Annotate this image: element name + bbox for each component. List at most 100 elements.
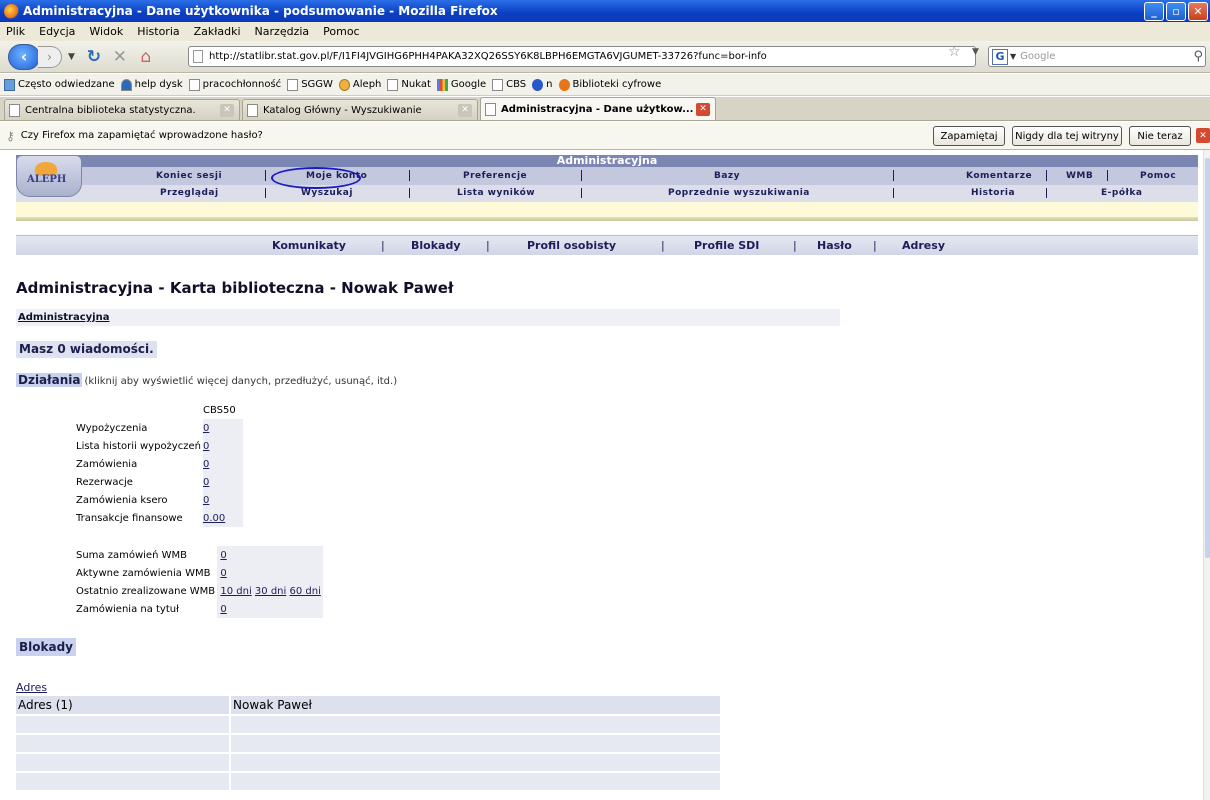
reload-icon[interactable]: ↻ [81, 47, 107, 67]
globe-icon [532, 78, 544, 91]
wypozyczenia-link[interactable]: 0 [203, 423, 209, 434]
wmb-10-dni-link[interactable]: 10 dni [220, 586, 251, 597]
bookmark-help-dysk[interactable]: help dysk [120, 78, 183, 91]
drive-icon [120, 78, 132, 91]
menu-e-polka[interactable]: E-półka [1101, 185, 1142, 202]
history-dropdown-icon[interactable]: ▼ [68, 52, 75, 62]
bookmark-cbs[interactable]: CBS [492, 78, 526, 91]
adres-link-wrap: Adres [16, 681, 47, 694]
adres-link[interactable]: Adres [16, 681, 47, 694]
google-icon[interactable]: G [992, 48, 1008, 65]
menu-poprzednie-wyszukiwania[interactable]: Poprzednie wyszukiwania [668, 185, 810, 202]
subnav-profile-sdi[interactable]: Profile SDI [694, 239, 759, 252]
search-placeholder: Google [1020, 51, 1056, 62]
zamowienia-link[interactable]: 0 [203, 459, 209, 470]
menu-edycja[interactable]: Edycja [39, 25, 75, 38]
table-row: Rezerwacje 0 [60, 473, 243, 491]
forward-button[interactable]: › [38, 45, 62, 68]
wmb-30-dni-link[interactable]: 30 dni [255, 586, 286, 597]
menu-komentarze[interactable]: Komentarze [966, 167, 1032, 185]
maximize-button[interactable]: ▫ [1166, 2, 1186, 21]
menu-plik[interactable]: Plik [6, 25, 25, 38]
bookmark-pracochlonnosc[interactable]: pracochłonność [188, 78, 281, 91]
zamowienia-tytul-link[interactable]: 0 [220, 604, 226, 615]
blokady-heading: Blokady [16, 638, 76, 656]
menu-historia[interactable]: Historia [137, 25, 179, 38]
menu-koniec-sesji[interactable]: Koniec sesji [156, 167, 222, 185]
window-titlebar: Administracyjna - Dane użytkownika - pod… [0, 0, 1210, 22]
table-row [16, 734, 720, 754]
suma-wmb-link[interactable]: 0 [220, 550, 226, 561]
aktywne-wmb-link[interactable]: 0 [220, 568, 226, 579]
page-icon [485, 102, 496, 116]
remember-button[interactable]: Zapamiętaj [933, 126, 1005, 146]
url-dropdown-icon[interactable]: ▼ [972, 47, 979, 57]
ksero-link[interactable]: 0 [203, 495, 209, 506]
subnav-profil-osobisty[interactable]: Profil osobisty [527, 239, 616, 252]
bookmark-aleph[interactable]: Aleph [338, 78, 381, 91]
navigation-toolbar: ‹ › ▼ ↻ ✕ ⌂ http://statlibr.stat.gov.pl/… [0, 41, 1210, 73]
close-tab-icon[interactable]: ✕ [220, 103, 234, 117]
subnav-adresy[interactable]: Adresy [902, 239, 945, 252]
rezerwacje-link[interactable]: 0 [203, 477, 209, 488]
menu-zakladki[interactable]: Zakładki [194, 25, 241, 38]
bookmark-n[interactable]: n [532, 78, 553, 91]
table-row: Zamówienia 0 [60, 455, 243, 473]
aleph-menu-row-1: Koniec sesji Moje konto Preferencje Bazy… [16, 167, 1198, 185]
url-bar[interactable]: http://statlibr.stat.gov.pl/F/I1FI4JVGIH… [188, 46, 976, 67]
bookmark-nukat[interactable]: Nukat [387, 78, 431, 91]
back-button[interactable]: ‹ [8, 43, 40, 70]
close-tab-icon[interactable]: ✕ [696, 102, 710, 116]
close-notification-icon[interactable]: ✕ [1196, 128, 1210, 143]
menu-przegladaj[interactable]: Przeglądaj [160, 185, 219, 202]
menu-historia-aleph[interactable]: Historia [971, 185, 1015, 202]
close-tab-icon[interactable]: ✕ [458, 103, 472, 117]
bookmark-star-icon[interactable]: ☆ [948, 44, 961, 60]
home-icon[interactable]: ⌂ [133, 47, 159, 67]
bookmark-czesto[interactable]: Często odwiedzane [4, 78, 115, 91]
tab-katalog[interactable]: Katalog Główny - Wyszukiwanie ✕ [242, 99, 478, 120]
aleph-menu-row-2: Przeglądaj Wyszukaj Lista wyników Poprze… [16, 185, 1198, 202]
aleph-icon [338, 78, 350, 91]
account-subnav: Komunikaty | Blokady | Profil osobisty |… [16, 235, 1198, 255]
menu-wmb[interactable]: WMB [1066, 167, 1093, 185]
actions-heading: Działania (kliknij aby wyświetlić więcej … [16, 373, 398, 387]
historia-link[interactable]: 0 [203, 441, 209, 452]
menu-preferencje[interactable]: Preferencje [463, 167, 527, 185]
menu-pomoc[interactable]: Pomoc [323, 25, 359, 38]
search-box[interactable]: G ▼ Google ⚲ [988, 46, 1206, 67]
menu-pomoc-aleph[interactable]: Pomoc [1140, 167, 1176, 185]
tab-administracyjna[interactable]: Administracyjna - Dane użytkow... ✕ [480, 97, 716, 120]
subnav-komunikaty[interactable]: Komunikaty [272, 239, 346, 252]
scrollbar-thumb[interactable] [1205, 158, 1210, 558]
subnav-haslo[interactable]: Hasło [817, 239, 852, 252]
never-button[interactable]: Nigdy dla tej witryny [1012, 126, 1122, 146]
page-icon [492, 78, 504, 91]
firefox-icon [4, 3, 19, 19]
menu-narzedzia[interactable]: Narzędzia [255, 25, 310, 38]
search-engine-dropdown-icon[interactable]: ▼ [1010, 52, 1016, 61]
search-icon[interactable]: ⚲ [1193, 49, 1203, 64]
vertical-scrollbar[interactable] [1203, 150, 1210, 800]
minimize-button[interactable]: _ [1144, 2, 1164, 21]
aleph-logo[interactable]: ALEPH [16, 155, 82, 197]
password-question: Czy Firefox ma zapamiętać wprowadzone ha… [20, 130, 263, 141]
bookmark-sggw[interactable]: SGGW [287, 78, 333, 91]
bookmark-google[interactable]: Google [436, 78, 486, 91]
address-name: Nowak Paweł [230, 696, 720, 716]
tab-centralna[interactable]: Centralna biblioteka statystyczna. ✕ [4, 99, 240, 120]
password-notification-bar: ⚷ Czy Firefox ma zapamiętać wprowadzone … [0, 122, 1210, 150]
menu-widok[interactable]: Widok [89, 25, 123, 38]
breadcrumb-administracyjna[interactable]: Administracyjna [18, 312, 109, 323]
wmb-60-dni-link[interactable]: 60 dni [289, 586, 320, 597]
subnav-blokady[interactable]: Blokady [411, 239, 461, 252]
stop-icon[interactable]: ✕ [107, 47, 133, 67]
transakcje-link[interactable]: 0.00 [203, 513, 225, 524]
page-icon [287, 78, 299, 91]
menu-lista-wynikow[interactable]: Lista wyników [457, 185, 535, 202]
not-now-button[interactable]: Nie teraz [1129, 126, 1191, 146]
close-window-button[interactable]: ✕ [1188, 2, 1208, 21]
menu-bazy[interactable]: Bazy [714, 167, 740, 185]
address-label: Adres (1) [16, 696, 231, 716]
bookmark-biblioteki[interactable]: Biblioteki cyfrowe [558, 78, 661, 91]
